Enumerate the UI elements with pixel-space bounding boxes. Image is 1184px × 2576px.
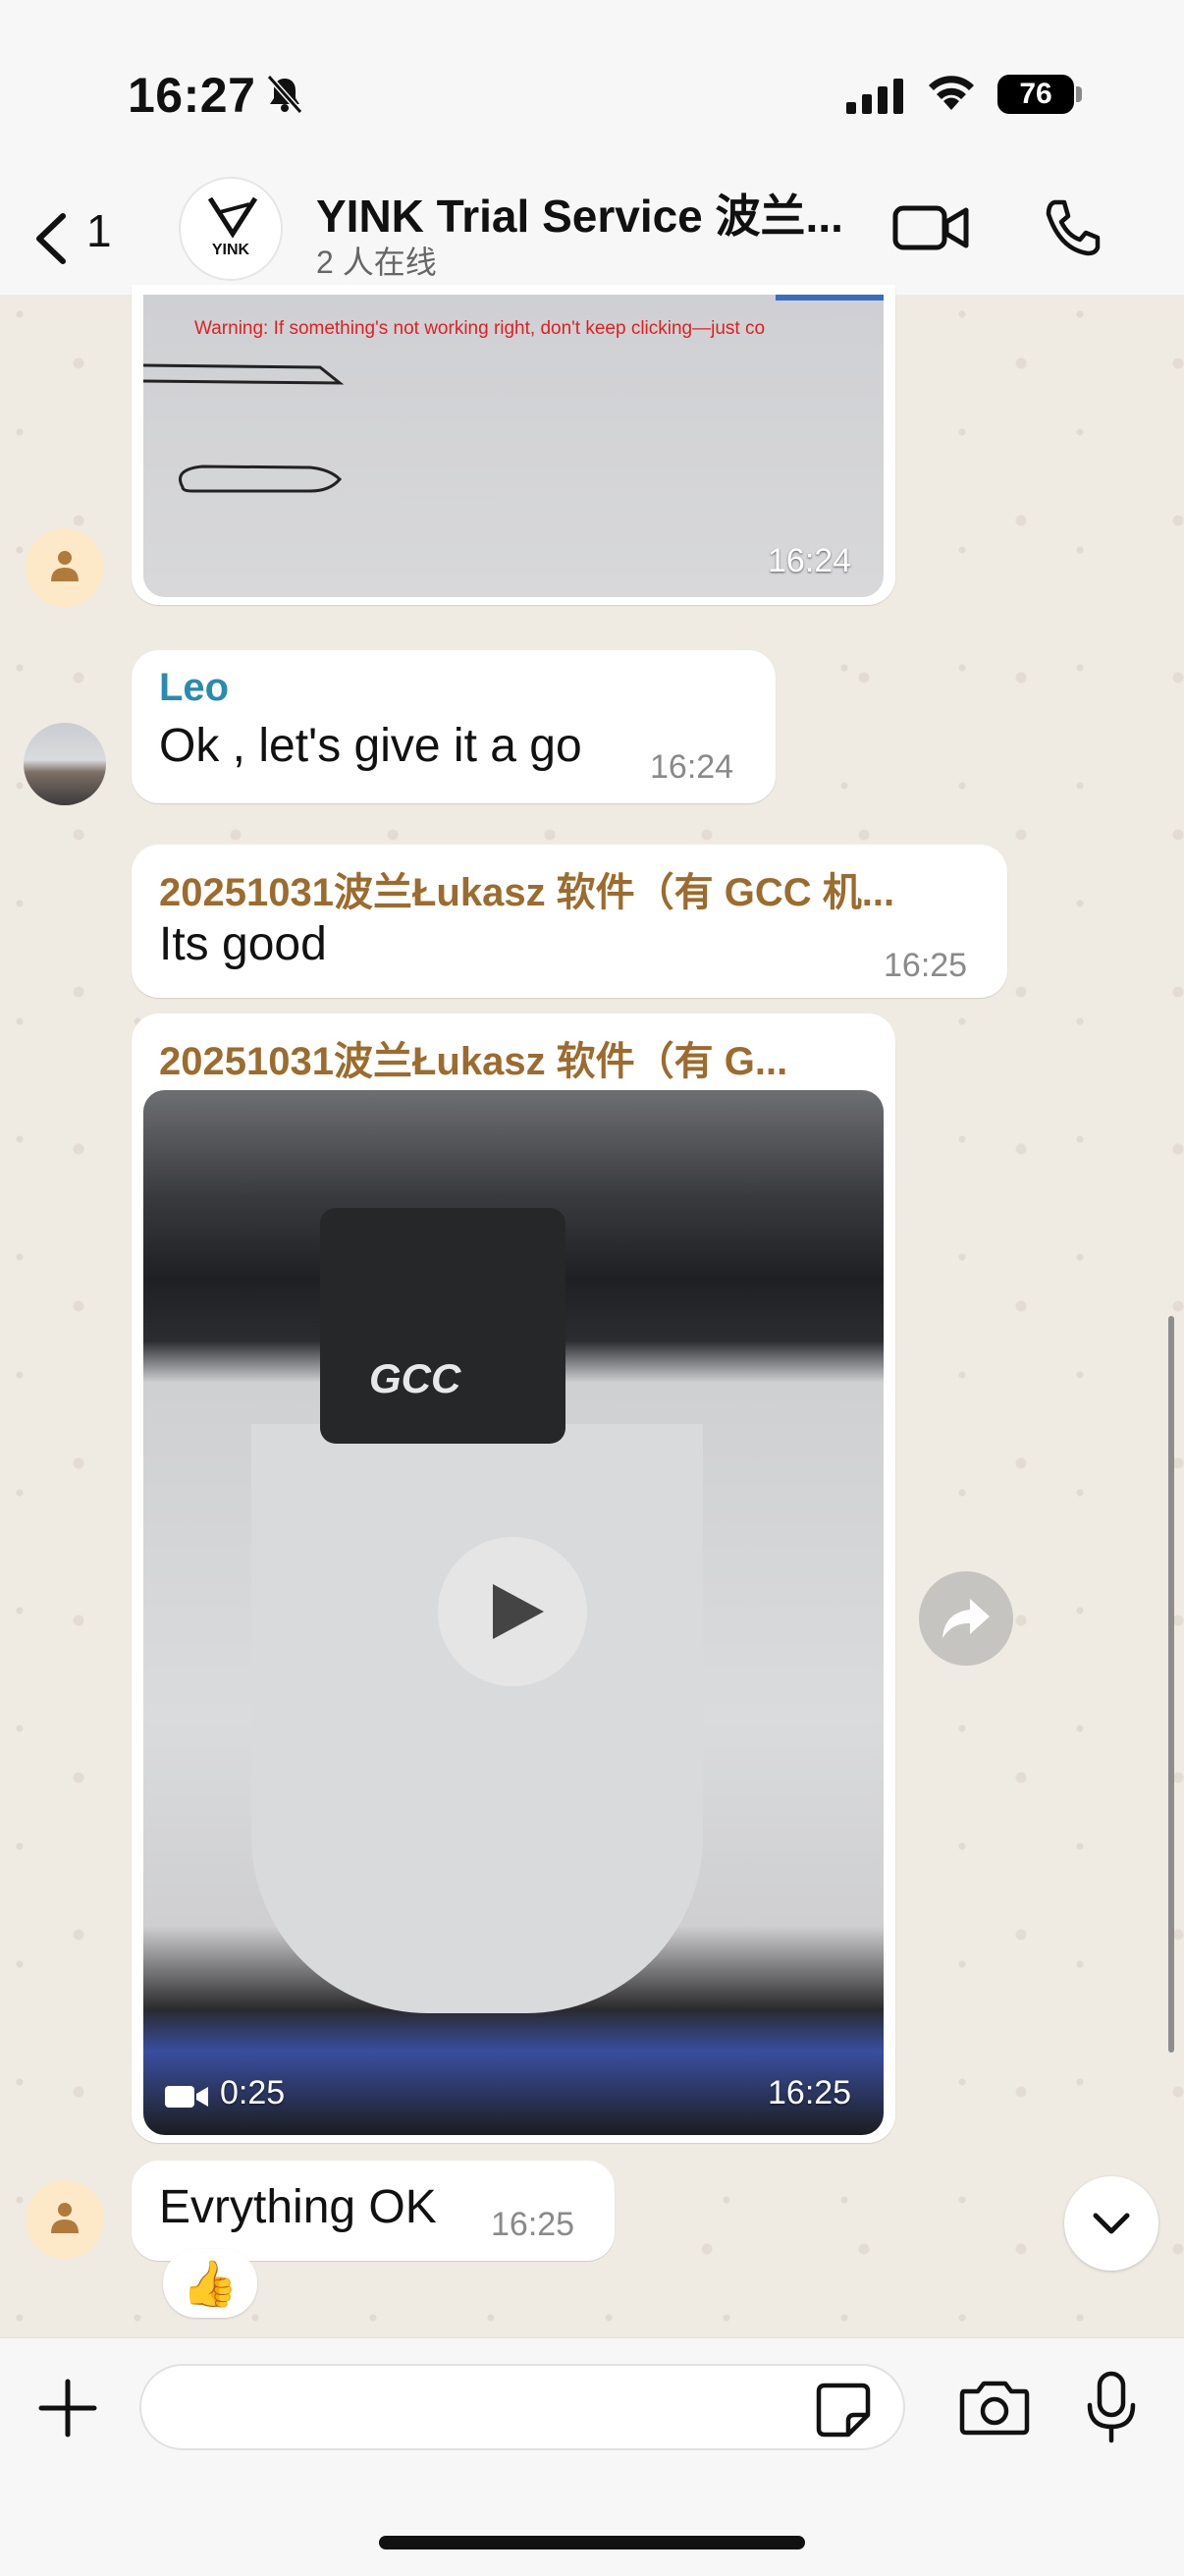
message-timestamp: 16:24 (650, 748, 734, 786)
microphone-icon[interactable] (1084, 2370, 1139, 2444)
video-cutter-head (320, 1208, 565, 1444)
home-indicator[interactable] (379, 2536, 805, 2549)
message-text: Its good (159, 918, 327, 970)
reaction-badge[interactable]: 👍 (163, 2249, 257, 2318)
unread-count[interactable]: 1 (86, 204, 112, 257)
message-timestamp: 16:25 (884, 947, 968, 984)
message-bubble-lukasz[interactable]: 20251031波兰Łukasz 软件（有 GCC 机... Its good … (132, 845, 1007, 998)
wifi-icon (929, 76, 974, 110)
video-attachment[interactable]: GCC 0:25 16:25 (143, 1090, 884, 2135)
chevron-down-icon (1093, 2213, 1130, 2234)
video-timestamp: 16:25 (768, 2074, 852, 2111)
silent-bell-icon (266, 75, 303, 114)
camera-icon[interactable] (958, 2378, 1031, 2437)
battery-indicator: 76 (997, 75, 1074, 114)
image-timestamp: 16:24 (768, 542, 852, 579)
avatar-leo[interactable] (24, 723, 106, 805)
message-bubble-everything[interactable]: Evrything OK 16:25 (132, 2161, 615, 2261)
sender-name[interactable]: 20251031波兰Łukasz 软件（有 GCC 机... (159, 860, 984, 917)
battery-cap (1076, 86, 1082, 102)
forward-icon (942, 1599, 990, 1638)
signal-icon (846, 79, 903, 114)
message-input[interactable] (139, 2364, 905, 2450)
play-button[interactable] (438, 1537, 587, 1686)
avatar-text: YINK (211, 242, 250, 258)
plus-icon[interactable] (35, 2376, 100, 2440)
message-timestamp: 16:25 (491, 2206, 575, 2243)
image-attachment[interactable]: Warning: If something's not working righ… (143, 295, 884, 597)
play-icon (493, 1584, 544, 1639)
group-avatar[interactable]: YINK (179, 177, 283, 281)
video-call-icon[interactable] (891, 198, 970, 257)
message-text: Evrything OK (159, 2181, 437, 2233)
video-camera-icon (165, 2086, 208, 2108)
back-icon[interactable] (20, 204, 88, 273)
chat-header: 1 YINK YINK Trial Service 波兰... 2 人在线 (0, 177, 1184, 298)
phone-icon[interactable] (1041, 196, 1103, 259)
scroll-to-bottom-button[interactable] (1064, 2176, 1158, 2271)
video-duration: 0:25 (220, 2074, 286, 2111)
avatar[interactable] (26, 2180, 104, 2259)
person-icon (51, 551, 79, 581)
video-paper (251, 1424, 703, 2013)
person-icon (51, 2203, 79, 2233)
sender-name[interactable]: Leo (159, 666, 229, 710)
video-logo-text: GCC (369, 1355, 461, 1401)
avatar[interactable] (26, 528, 104, 607)
sender-name[interactable]: 20251031波兰Łukasz 软件（有 G... (159, 1029, 876, 1086)
chat-title[interactable]: YINK Trial Service 波兰... (316, 181, 866, 246)
online-status: 2 人在线 (316, 245, 437, 280)
forward-button[interactable] (919, 1571, 1013, 1666)
scrollbar[interactable] (1168, 1316, 1174, 2053)
status-bar: 16:27 76 (0, 0, 1184, 177)
message-bubble-leo[interactable]: Leo Ok , let's give it a go 16:24 (132, 650, 776, 803)
status-time: 16:27 (128, 68, 256, 123)
sticker-icon[interactable] (815, 2382, 872, 2439)
message-text: Ok , let's give it a go (159, 720, 582, 772)
